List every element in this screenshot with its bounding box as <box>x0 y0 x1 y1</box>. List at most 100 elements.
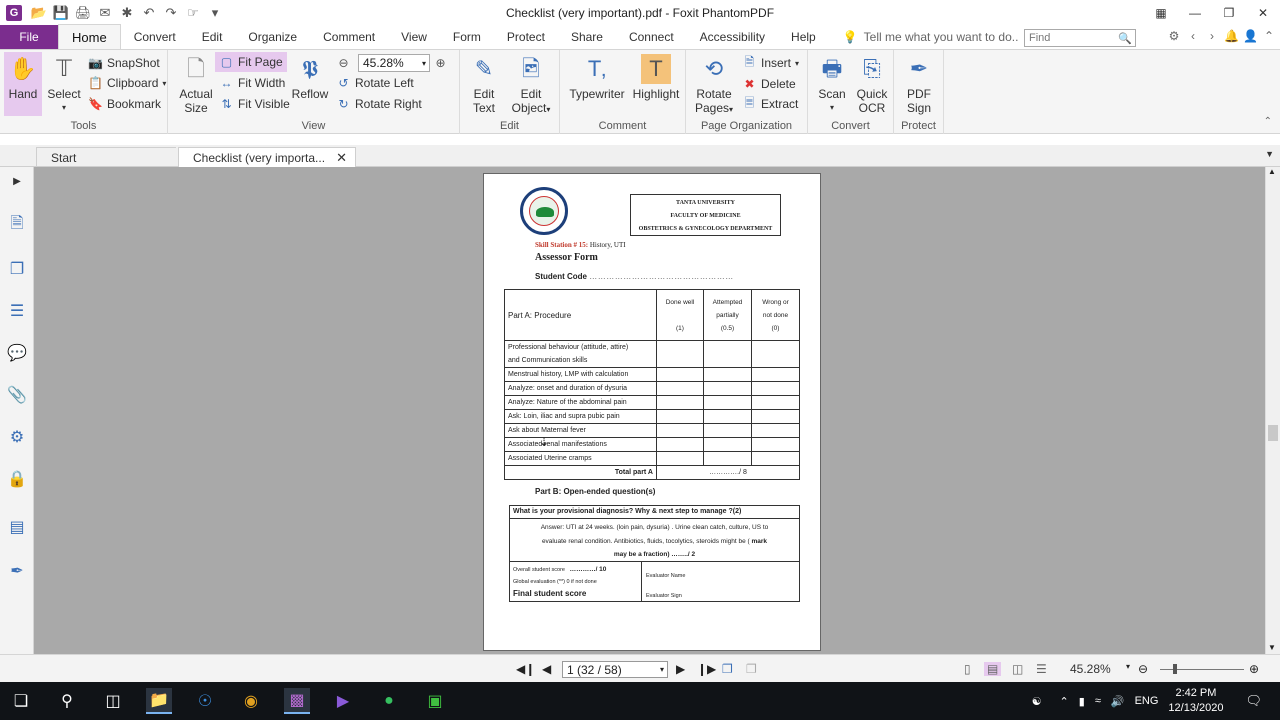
camtasia-icon[interactable]: ▣ <box>422 688 448 714</box>
people-icon[interactable]: ☯ <box>1032 695 1042 708</box>
clipboard-button[interactable]: 📋 Clipboard ▾ <box>88 74 166 92</box>
rotate-right-button[interactable]: ↻ Rotate Right <box>336 95 421 113</box>
search-icon[interactable]: 🔍 <box>1118 32 1132 45</box>
first-page-icon[interactable]: ◀❙ <box>516 662 535 676</box>
tab-comment[interactable]: Comment <box>310 25 388 49</box>
facing-page-icon[interactable]: ◫ <box>1012 662 1023 676</box>
zoom-out-button[interactable]: ⊖ <box>336 54 351 72</box>
signatures-icon[interactable]: ⚙ <box>7 427 27 447</box>
expand-panel-icon[interactable]: ▶ <box>7 171 27 191</box>
hand-tool-icon[interactable]: ☞ <box>184 4 202 22</box>
tab-list-icon[interactable]: ▼ <box>1265 149 1274 159</box>
fit-visible-button[interactable]: ⇅ Fit Visible <box>219 95 289 113</box>
single-page-icon[interactable]: ▯ <box>964 662 971 676</box>
find-input[interactable]: Find 🔍 <box>1024 29 1136 47</box>
tab-home[interactable]: Home <box>58 24 121 49</box>
continuous-facing-icon[interactable]: ☰ <box>1036 662 1047 676</box>
scroll-up-icon[interactable]: ▲ <box>1268 167 1276 176</box>
search-icon[interactable]: ⚲ <box>54 688 80 714</box>
tags-icon[interactable]: ✒ <box>7 561 27 581</box>
zoom-level[interactable]: 45.28% <box>1070 662 1111 676</box>
foxit-app-icon[interactable]: G <box>6 5 22 21</box>
vertical-scrollbar[interactable]: ▲ ▼ <box>1265 167 1280 654</box>
tab-protect[interactable]: Protect <box>494 25 558 49</box>
edit-text-button[interactable]: ✎ Edit Text <box>468 54 500 116</box>
restore-button[interactable]: ❐ <box>1212 0 1246 26</box>
tab-help[interactable]: Help <box>778 25 829 49</box>
document-view[interactable]: TANTA UNIVERSITY FACULTY OF MEDICINE OBS… <box>34 167 1265 654</box>
highlight-button[interactable]: T Highlight <box>632 54 680 101</box>
wifi-icon[interactable]: ≈ <box>1095 695 1101 707</box>
tab-share[interactable]: Share <box>558 25 616 49</box>
redo-icon[interactable]: ↷ <box>162 4 180 22</box>
collapse-icon[interactable]: ⌃ <box>1264 116 1272 127</box>
close-button[interactable]: ✕ <box>1246 0 1280 26</box>
save-icon[interactable]: 💾 <box>52 4 70 22</box>
delete-button[interactable]: ✖ Delete <box>742 75 795 93</box>
tab-view[interactable]: View <box>388 25 440 49</box>
tab-convert[interactable]: Convert <box>121 25 189 49</box>
file-tab[interactable]: File <box>0 25 58 49</box>
foxit-taskbar-icon[interactable]: ▩ <box>284 688 310 714</box>
close-icon[interactable]: ✕ <box>336 150 347 166</box>
zoom-in-button[interactable]: ⊕ <box>433 54 448 72</box>
open-icon[interactable]: 📂 <box>30 4 48 22</box>
zoom-select[interactable]: 45.28% ▾ <box>358 54 430 72</box>
chrome-icon[interactable]: ◉ <box>238 688 264 714</box>
collapse-ribbon-icon[interactable]: ⌃ <box>1262 29 1276 43</box>
hand-button[interactable]: ✋ Hand <box>4 52 42 116</box>
select-button[interactable]: 𝕋 Select ▾ <box>46 54 82 115</box>
file-explorer-icon[interactable]: 📁 <box>146 688 172 714</box>
print-icon[interactable]: 🖨 <box>74 4 92 22</box>
bookmark-button[interactable]: 🔖 Bookmark <box>88 95 161 113</box>
bookmarks-icon[interactable]: 🗎 <box>7 215 27 235</box>
actual-size-button[interactable]: 🗋 Actual Size <box>178 54 214 116</box>
extract-button[interactable]: 🗏 Extract <box>742 95 799 113</box>
show-hidden-icon[interactable]: ⌃ <box>1060 695 1069 708</box>
pages-icon[interactable]: ❐ <box>7 259 27 279</box>
fit-page-button[interactable]: ▢ Fit Page <box>215 52 287 72</box>
insert-button[interactable]: 🗎 Insert ▾ <box>742 54 799 72</box>
zoom-dropdown-icon[interactable]: ▾ <box>1126 662 1130 671</box>
pdf-sign-button[interactable]: ✒ PDF Sign <box>901 54 937 116</box>
bell-icon[interactable]: 🔔 <box>1224 29 1239 43</box>
security-icon[interactable]: 🔒 <box>7 469 27 489</box>
next-page-icon[interactable]: ▶ <box>676 662 685 676</box>
zoom-out-icon[interactable]: ⊖ <box>1138 662 1148 676</box>
user-icon[interactable]: 👤 <box>1243 29 1258 43</box>
edit-object-button[interactable]: 🖻 Edit Object▾ <box>508 54 554 117</box>
reflow-button[interactable]: 𝕻 Reflow <box>290 54 330 102</box>
comments-icon[interactable]: 💬 <box>7 343 27 363</box>
fit-width-button[interactable]: ↔ Fit Width <box>219 74 286 92</box>
tab-edit[interactable]: Edit <box>189 25 236 49</box>
rotate-pages-button[interactable]: ⟲ Rotate Pages▾ <box>694 54 734 117</box>
zoom-in-icon[interactable]: ⊕ <box>1249 662 1259 676</box>
windows-start-icon[interactable]: ❏ <box>8 688 34 714</box>
zoom-slider-thumb[interactable] <box>1173 664 1177 674</box>
snapshot-button[interactable]: 📷 SnapShot <box>88 54 160 72</box>
tab-organize[interactable]: Organize <box>235 25 310 49</box>
content-icon[interactable]: ▤ <box>7 517 27 537</box>
tab-checklist[interactable]: Checklist (very importa... ✕ <box>178 147 356 168</box>
task-view-icon[interactable]: ◫ <box>100 688 126 714</box>
language-indicator[interactable]: ENG <box>1135 695 1159 707</box>
notifications-icon[interactable]: 🗨 <box>1245 693 1262 709</box>
email-icon[interactable]: ✉ <box>96 4 114 22</box>
layers-icon[interactable]: ☰ <box>7 301 27 321</box>
undo-icon[interactable]: ↶ <box>140 4 158 22</box>
clock[interactable]: 2:42 PM 12/13/2020 <box>1168 686 1223 716</box>
last-page-icon[interactable]: ❙▶ <box>697 662 716 676</box>
settings-icon[interactable]: ⚙ <box>1167 29 1181 43</box>
tell-me-box[interactable]: 💡 Tell me what you want to do.. <box>843 25 1019 49</box>
scan-button[interactable]: 🖶 Scan ▾ <box>816 54 848 115</box>
typewriter-button[interactable]: T‚ Typewriter <box>568 54 626 102</box>
tab-accessibility[interactable]: Accessibility <box>687 25 778 49</box>
media-icon[interactable]: ▶ <box>330 688 356 714</box>
scroll-thumb[interactable] <box>1268 425 1278 441</box>
rotate-left-button[interactable]: ↺ Rotate Left <box>336 74 413 92</box>
prev-page-icon[interactable]: ◀ <box>542 662 551 676</box>
continuous-page-icon[interactable]: ▤ <box>984 662 1002 676</box>
tab-start[interactable]: Start <box>36 147 176 167</box>
quick-ocr-button[interactable]: ⎘ Quick OCR <box>854 54 890 116</box>
tab-form[interactable]: Form <box>440 25 494 49</box>
